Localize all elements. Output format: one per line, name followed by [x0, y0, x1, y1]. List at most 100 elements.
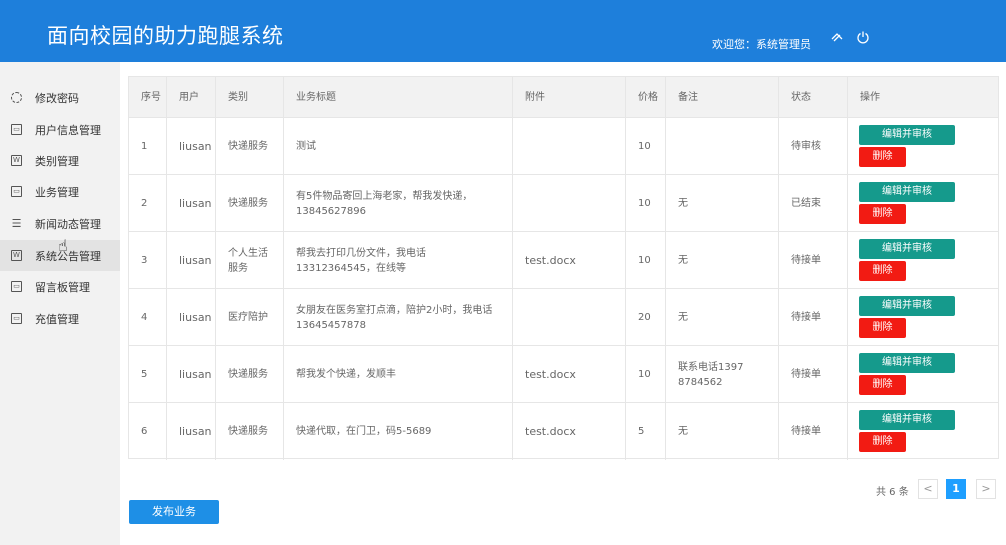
app-title: 面向校园的助力跑腿系统: [47, 24, 284, 48]
publish-business-button[interactable]: 发布业务: [129, 500, 219, 524]
theme-icon[interactable]: [829, 30, 845, 46]
power-icon[interactable]: [855, 30, 871, 46]
delete-button[interactable]: 删除: [859, 318, 906, 338]
col-header-no: 序号: [129, 77, 167, 118]
cell-user: liusan: [167, 289, 216, 346]
table-row: 3 liusan 个人生活服务 帮我去打印几份文件，我电话13312364545…: [129, 232, 998, 289]
table-row: 4 liusan 医疗陪护 女朋友在医务室打点滴，陪护2小时，我电话136454…: [129, 289, 998, 346]
image-icon: ▭: [11, 313, 22, 324]
cell-attachment[interactable]: test.docx: [513, 403, 626, 460]
cell-title: 帮我去打印几份文件，我电话13312364545，在线等: [284, 232, 513, 289]
cell-status: 待接单: [779, 289, 848, 346]
business-table: 序号 用户 类别 业务标题 附件 价格 备注 状态 操作 1 liusan 快递…: [128, 76, 999, 460]
sidebar-item-label: 留言板管理: [35, 281, 90, 294]
edit-review-button[interactable]: 编辑并审核: [859, 125, 955, 145]
col-header-remark: 备注: [666, 77, 779, 118]
edit-review-button[interactable]: 编辑并审核: [859, 296, 955, 316]
cell-no: 2: [129, 175, 167, 232]
cell-user: liusan: [167, 175, 216, 232]
image-icon: ▭: [11, 281, 22, 292]
cell-remark: 无: [666, 175, 779, 232]
cell-user: liusan: [167, 346, 216, 403]
sidebar-item-label: 用户信息管理: [35, 124, 101, 137]
cell-user: liusan: [167, 232, 216, 289]
word-icon: W: [11, 250, 22, 261]
delete-button[interactable]: 删除: [859, 147, 906, 167]
image-icon: ▭: [11, 124, 22, 135]
cell-attachment[interactable]: [513, 289, 626, 346]
col-header-actions: 操作: [860, 92, 880, 103]
cell-remark: 无: [666, 232, 779, 289]
sidebar-item-news[interactable]: ☰ 新闻动态管理: [0, 208, 120, 239]
hand-cursor-icon: ☝: [58, 236, 68, 255]
cell-no: 5: [129, 346, 167, 403]
sidebar-item-business[interactable]: ▭ 业务管理: [0, 176, 120, 207]
key-icon: [11, 92, 22, 103]
image-icon: ▭: [11, 186, 22, 197]
welcome-text: 欢迎您：系统管理员: [712, 38, 811, 51]
table-row: 1 liusan 快递服务 测试 10 待审核 编辑并审核 删除: [129, 118, 998, 175]
delete-button[interactable]: 删除: [859, 375, 906, 395]
cell-attachment[interactable]: test.docx: [513, 232, 626, 289]
delete-button[interactable]: 删除: [859, 261, 906, 281]
cell-price: 20: [626, 289, 666, 346]
edit-review-button[interactable]: 编辑并审核: [859, 182, 955, 202]
cell-price: 5: [626, 403, 666, 460]
pagination-total: 共 6 条: [876, 487, 909, 498]
cell-remark: [666, 118, 779, 175]
next-page-button[interactable]: >: [976, 479, 996, 499]
cell-category: 快递服务: [216, 403, 284, 460]
top-header: 面向校园的助力跑腿系统 欢迎您：系统管理员: [0, 0, 1006, 62]
cell-no: 6: [129, 403, 167, 460]
cell-attachment[interactable]: test.docx: [513, 346, 626, 403]
cell-remark: 无: [666, 289, 779, 346]
page-1-button[interactable]: 1: [946, 479, 966, 499]
cell-price: 10: [626, 118, 666, 175]
cell-no: 1: [129, 118, 167, 175]
prev-page-button[interactable]: <: [918, 479, 938, 499]
cell-attachment[interactable]: [513, 175, 626, 232]
cell-status: 待接单: [779, 346, 848, 403]
cell-status: 待接单: [779, 232, 848, 289]
cell-user: liusan: [167, 403, 216, 460]
cell-title: 测试: [284, 118, 513, 175]
col-header-category: 类别: [216, 77, 284, 118]
cell-category: 个人生活服务: [216, 232, 284, 289]
cell-title: 帮我发个快递，发顺丰: [284, 346, 513, 403]
edit-review-button[interactable]: 编辑并审核: [859, 239, 955, 259]
sidebar-item-label: 新闻动态管理: [35, 218, 101, 231]
cell-price: 10: [626, 346, 666, 403]
cell-status: 待审核: [779, 118, 848, 175]
sidebar-item-user-info[interactable]: ▭ 用户信息管理: [0, 114, 120, 145]
cell-attachment[interactable]: [513, 118, 626, 175]
col-header-status: 状态: [779, 77, 848, 118]
table-header: 序号 用户 类别 业务标题 附件 价格 备注 状态 操作: [129, 77, 998, 118]
sidebar-item-change-password[interactable]: 修改密码: [0, 82, 120, 113]
cell-remark: 联系电话13978784562: [666, 346, 779, 403]
cell-title: 女朋友在医务室打点滴，陪护2小时，我电话13645457878: [284, 289, 513, 346]
sidebar-item-recharge[interactable]: ▭ 充值管理: [0, 303, 120, 334]
cell-category: 快递服务: [216, 118, 284, 175]
list-icon: ☰: [11, 217, 22, 230]
table-row: 2 liusan 快递服务 有5件物品寄回上海老家，帮我发快递，13845627…: [129, 175, 998, 232]
delete-button[interactable]: 删除: [859, 204, 906, 224]
sidebar-item-message-board[interactable]: ▭ 留言板管理: [0, 271, 120, 302]
sidebar-item-category[interactable]: W 类别管理: [0, 145, 120, 176]
cell-category: 快递服务: [216, 175, 284, 232]
col-header-user: 用户: [167, 77, 216, 118]
sidebar-item-label: 修改密码: [35, 92, 79, 105]
col-header-price: 价格: [626, 77, 666, 118]
col-header-attachment: 附件: [513, 77, 626, 118]
table-row: 5 liusan 快递服务 帮我发个快递，发顺丰 test.docx 10 联系…: [129, 346, 998, 403]
edit-review-button[interactable]: 编辑并审核: [859, 410, 955, 430]
cell-price: 10: [626, 175, 666, 232]
sidebar-item-label: 业务管理: [35, 186, 79, 199]
cell-remark: 无: [666, 403, 779, 460]
word-icon: W: [11, 155, 22, 166]
edit-review-button[interactable]: 编辑并审核: [859, 353, 955, 373]
cell-price: 10: [626, 232, 666, 289]
col-header-title: 业务标题: [284, 77, 513, 118]
cell-title: 有5件物品寄回上海老家，帮我发快递，13845627896: [284, 175, 513, 232]
cell-no: 3: [129, 232, 167, 289]
delete-button[interactable]: 删除: [859, 432, 906, 452]
